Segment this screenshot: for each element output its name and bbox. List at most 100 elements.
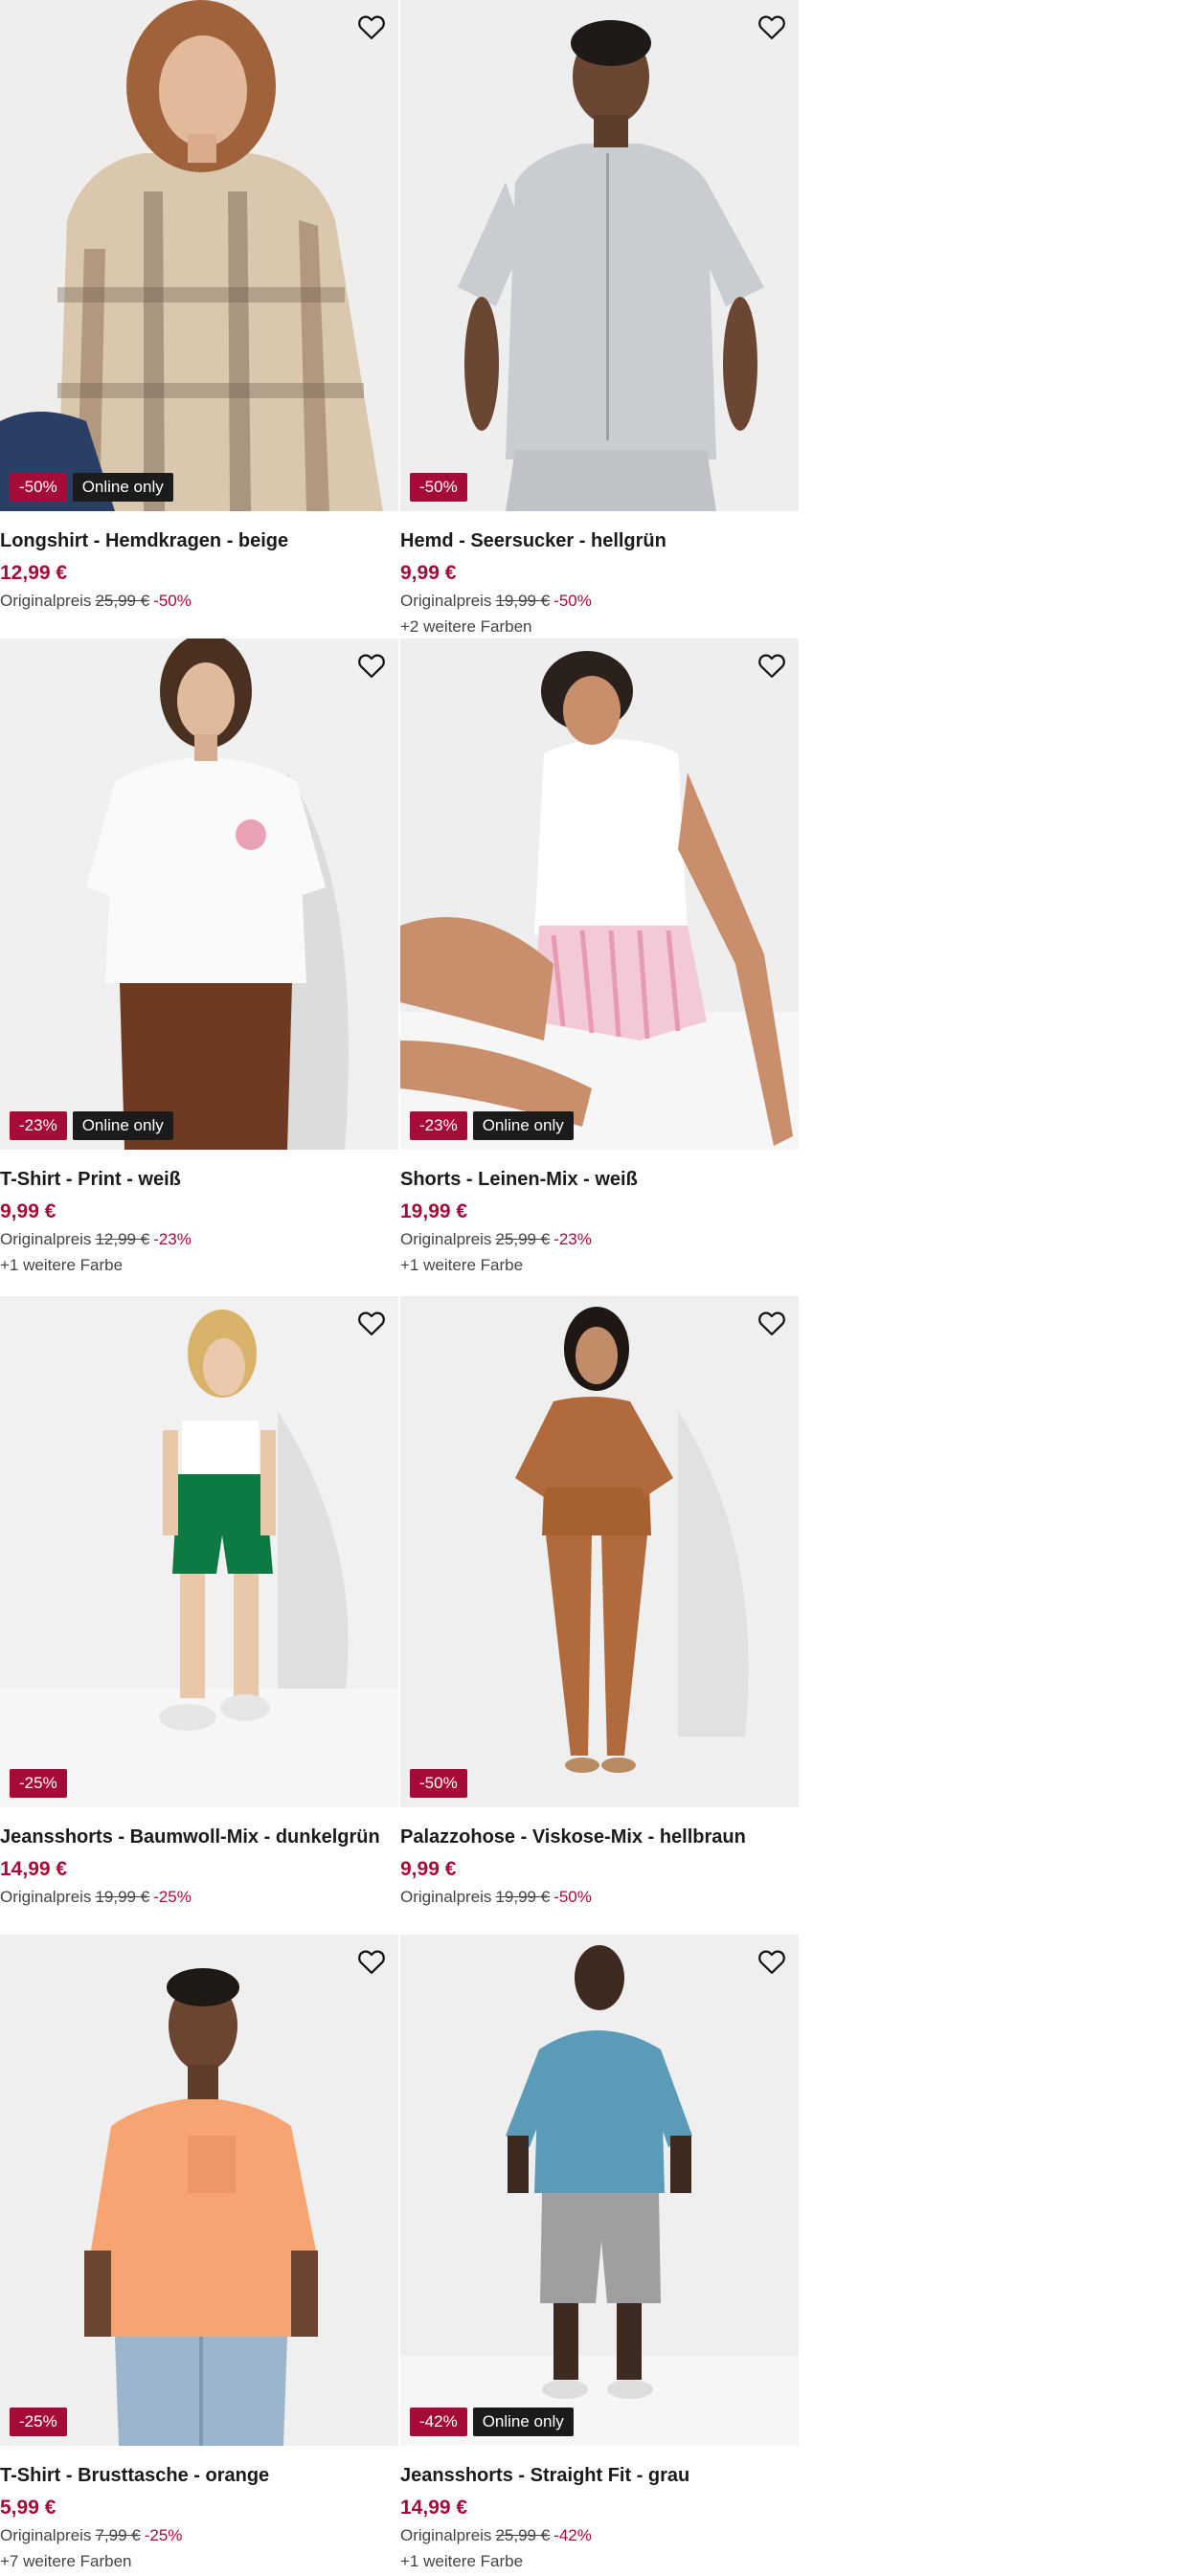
original-price: 25,99 €: [495, 2526, 551, 2544]
product-photo: [400, 0, 799, 511]
original-price-line: Originalpreis 7,99 € -25%: [0, 2524, 398, 2547]
online-only-badge: Online only: [472, 2408, 574, 2436]
discount-badge: -23%: [10, 1111, 67, 1140]
original-price-label: Originalpreis: [400, 1888, 492, 1906]
discount-percent: -23%: [553, 1230, 592, 1248]
product-image[interactable]: -50%: [400, 1296, 799, 1807]
product-title[interactable]: T-Shirt - Brusttasche - orange: [0, 2459, 398, 2492]
product-title[interactable]: Jeansshorts - Baumwoll-Mix - dunkelgrün: [0, 1821, 398, 1853]
online-only-badge: Online only: [472, 1111, 574, 1140]
product-title[interactable]: T-Shirt - Print - weiß: [0, 1163, 398, 1196]
original-price-line: Originalpreis 19,99 € -25%: [0, 1886, 398, 1909]
discount-badge: -23%: [410, 1111, 467, 1140]
product-info: Jeansshorts - Baumwoll-Mix - dunkelgrün …: [0, 1821, 398, 1909]
product-info: Shorts - Leinen-Mix - weiß 19,99 € Origi…: [400, 1163, 799, 1280]
more-colors-link[interactable]: +1 weitere Farbe: [400, 2547, 799, 2576]
discount-percent: -25%: [153, 1888, 192, 1906]
original-price-label: Originalpreis: [400, 592, 492, 610]
product-price: 14,99 €: [0, 1858, 68, 1880]
product-image[interactable]: -23% Online only: [0, 638, 398, 1150]
product-image[interactable]: -42% Online only: [400, 1935, 799, 2446]
badge-group: -23% Online only: [10, 1111, 173, 1140]
original-price-label: Originalpreis: [400, 1230, 492, 1248]
more-colors-link[interactable]: +1 weitere Farbe: [0, 1251, 398, 1280]
product-photo: [400, 1935, 799, 2446]
product-title[interactable]: Palazzohose - Viskose-Mix - hellbraun: [400, 1821, 799, 1853]
discount-percent: -50%: [553, 592, 592, 610]
product-info: Jeansshorts - Straight Fit - grau 14,99 …: [400, 2459, 799, 2576]
product-price: 9,99 €: [400, 562, 457, 584]
product-info: Palazzohose - Viskose-Mix - hellbraun 9,…: [400, 1821, 799, 1909]
heart-outline-icon: [358, 1950, 385, 1974]
heart-outline-icon: [758, 15, 785, 39]
product-info: T-Shirt - Brusttasche - orange 5,99 € Or…: [0, 2459, 398, 2576]
discount-badge: -42%: [410, 2408, 467, 2436]
favorite-button[interactable]: [755, 648, 789, 683]
product-title[interactable]: Longshirt - Hemdkragen - beige: [0, 525, 398, 557]
original-price-label: Originalpreis: [0, 592, 92, 610]
product-photo: [0, 638, 398, 1150]
product-price: 9,99 €: [0, 1200, 56, 1222]
favorite-button[interactable]: [755, 1944, 789, 1979]
product-image[interactable]: -23% Online only: [400, 638, 799, 1150]
product-info: Hemd - Seersucker - hellgrün 9,99 € Orig…: [400, 525, 799, 641]
original-price: 19,99 €: [95, 1888, 150, 1906]
badge-group: -25%: [10, 2408, 67, 2436]
original-price-line: Originalpreis 19,99 € -50%: [400, 1886, 799, 1909]
badge-group: -42% Online only: [410, 2408, 574, 2436]
discount-percent: -23%: [153, 1230, 192, 1248]
favorite-button[interactable]: [354, 648, 389, 683]
product-price: 14,99 €: [400, 2497, 468, 2519]
product-image[interactable]: -25%: [0, 1296, 398, 1807]
product-title[interactable]: Shorts - Leinen-Mix - weiß: [400, 1163, 799, 1196]
original-price-line: Originalpreis 25,99 € -23%: [400, 1228, 799, 1251]
original-price-line: Originalpreis 12,99 € -23%: [0, 1228, 398, 1251]
original-price: 7,99 €: [95, 2526, 141, 2544]
original-price: 19,99 €: [495, 592, 551, 610]
discount-percent: -50%: [153, 592, 192, 610]
favorite-button[interactable]: [354, 1306, 389, 1340]
product-info: T-Shirt - Print - weiß 9,99 € Originalpr…: [0, 1163, 398, 1280]
product-photo: [400, 1296, 799, 1807]
original-price-line: Originalpreis 25,99 € -42%: [400, 2524, 799, 2547]
heart-outline-icon: [758, 1311, 785, 1335]
original-price: 25,99 €: [495, 1230, 551, 1248]
discount-percent: -50%: [553, 1888, 592, 1906]
product-title[interactable]: Jeansshorts - Straight Fit - grau: [400, 2459, 799, 2492]
product-photo: [400, 638, 799, 1150]
product-image[interactable]: -50% Online only: [0, 0, 398, 511]
product-price: 9,99 €: [400, 1858, 457, 1880]
favorite-button[interactable]: [354, 10, 389, 44]
heart-outline-icon: [758, 654, 785, 678]
original-price: 25,99 €: [95, 592, 150, 610]
discount-badge: -25%: [10, 1769, 67, 1798]
heart-outline-icon: [358, 15, 385, 39]
more-colors-link[interactable]: +7 weitere Farben: [0, 2547, 398, 2576]
discount-percent: -25%: [144, 2526, 183, 2544]
badge-group: -23% Online only: [410, 1111, 574, 1140]
online-only-badge: Online only: [72, 473, 173, 502]
product-title[interactable]: Hemd - Seersucker - hellgrün: [400, 525, 799, 557]
discount-badge: -50%: [410, 1769, 467, 1798]
original-price: 19,99 €: [495, 1888, 551, 1906]
favorite-button[interactable]: [755, 1306, 789, 1340]
favorite-button[interactable]: [755, 10, 789, 44]
original-price: 12,99 €: [95, 1230, 150, 1248]
product-price: 12,99 €: [0, 562, 68, 584]
product-price: 5,99 €: [0, 2497, 56, 2519]
discount-badge: -50%: [10, 473, 67, 502]
heart-outline-icon: [758, 1950, 785, 1974]
discount-badge: -50%: [410, 473, 467, 502]
product-image[interactable]: -50%: [400, 0, 799, 511]
favorite-button[interactable]: [354, 1944, 389, 1979]
badge-group: -25%: [10, 1769, 67, 1798]
more-colors-link[interactable]: +2 weitere Farben: [400, 613, 799, 641]
original-price-label: Originalpreis: [0, 1888, 92, 1906]
heart-outline-icon: [358, 1311, 385, 1335]
more-colors-link[interactable]: +1 weitere Farbe: [400, 1251, 799, 1280]
product-price: 19,99 €: [400, 1200, 468, 1222]
product-image[interactable]: -25%: [0, 1935, 398, 2446]
original-price-label: Originalpreis: [400, 2526, 492, 2544]
original-price-line: Originalpreis 25,99 € -50%: [0, 590, 398, 613]
discount-percent: -42%: [553, 2526, 592, 2544]
